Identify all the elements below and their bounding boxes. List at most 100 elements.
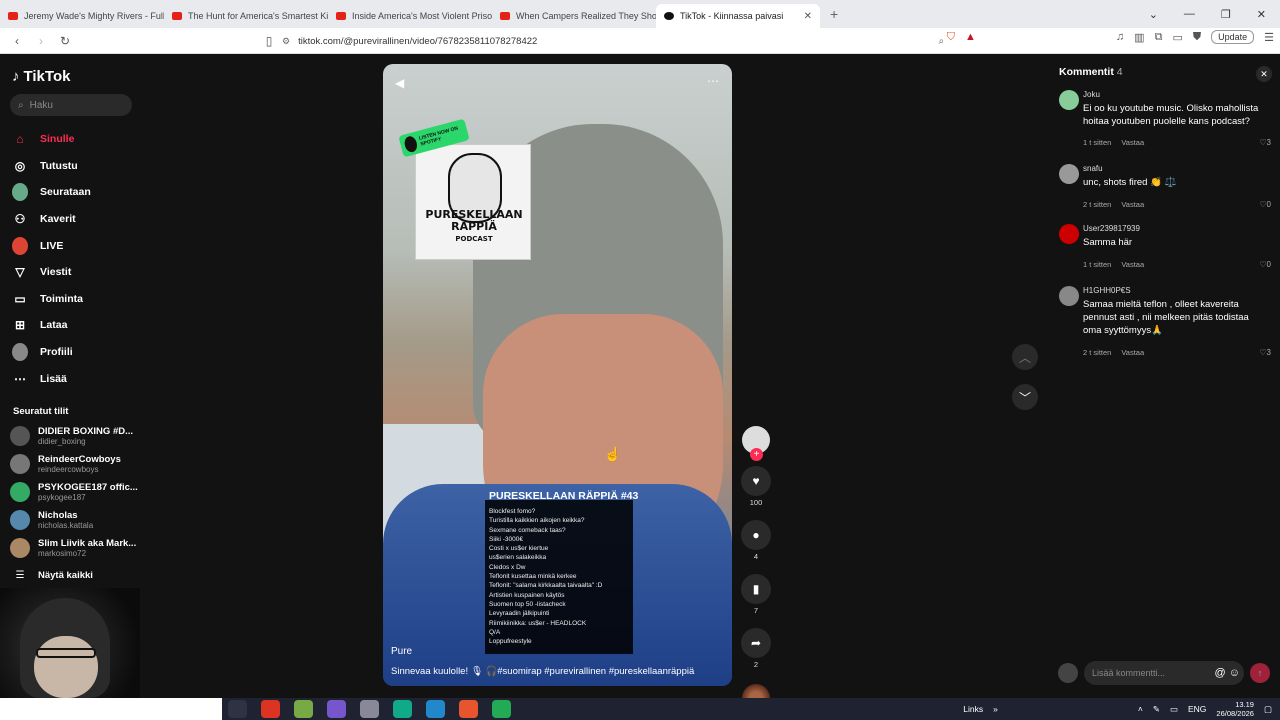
- reply-link[interactable]: Vastaa: [1121, 348, 1144, 357]
- close-tab-icon[interactable]: ✕: [804, 11, 812, 22]
- comment-user[interactable]: User239817939: [1083, 224, 1140, 233]
- sidebar-toggle-icon[interactable]: ▥: [1134, 31, 1144, 44]
- brave-icon[interactable]: [459, 700, 478, 718]
- browser-tab[interactable]: The Hunt for America's Smartest Kille: [164, 4, 328, 28]
- send-icon[interactable]: ↑: [1250, 663, 1270, 683]
- comment-input[interactable]: Lisää kommentti... @ ☺: [1084, 661, 1244, 685]
- sidebar-item-lisaa[interactable]: ⋯ Lisää: [12, 365, 91, 392]
- links-toolbar[interactable]: Links: [963, 704, 983, 714]
- reload-icon[interactable]: ↻: [58, 34, 72, 48]
- sidebar-item-seurataan[interactable]: Seurataan: [12, 179, 91, 206]
- avatar[interactable]: [1059, 286, 1079, 306]
- sidebar-item-live[interactable]: LIVE: [12, 232, 91, 259]
- comment-user[interactable]: snafu: [1083, 164, 1103, 173]
- close-window-icon[interactable]: ✕: [1257, 8, 1266, 21]
- video-player[interactable]: ◀ ⋯ LISTEN NOW ON SPOTIFY PURESKELLAAN RÄ…: [383, 64, 732, 686]
- reply-link[interactable]: Vastaa: [1121, 260, 1144, 269]
- app-icon[interactable]: [393, 700, 412, 718]
- tab-list-icon[interactable]: ⌄: [1149, 8, 1158, 21]
- avatar[interactable]: [1059, 164, 1079, 184]
- brave-rewards-icon[interactable]: ▲: [965, 31, 976, 43]
- maximize-icon[interactable]: ❐: [1221, 8, 1231, 21]
- browser-tab[interactable]: When Campers Realized They Should: [492, 4, 656, 28]
- obs-icon[interactable]: [327, 700, 346, 718]
- video-author[interactable]: Pure: [391, 646, 412, 657]
- notifications-icon[interactable]: ▢: [1264, 704, 1272, 715]
- reply-link[interactable]: Vastaa: [1121, 200, 1144, 209]
- minimize-icon[interactable]: —: [1184, 8, 1195, 20]
- zoom-icon[interactable]: ⌕: [939, 36, 944, 47]
- avatar[interactable]: [1059, 90, 1079, 110]
- back-icon[interactable]: ‹: [10, 34, 24, 48]
- chevron-down-icon[interactable]: ﹀: [1012, 384, 1038, 410]
- followed-account[interactable]: Slim Liivik aka Mark... markosimo72: [10, 538, 136, 558]
- mention-icon[interactable]: @: [1215, 667, 1226, 679]
- sidebar-item-tutustu[interactable]: ◎ Tutustu: [12, 153, 91, 180]
- close-icon[interactable]: ✕: [1256, 66, 1272, 82]
- comment-button[interactable]: ●: [741, 520, 771, 550]
- followed-account[interactable]: ReindeerCowboys reindeercowboys: [10, 454, 121, 474]
- browser-tab-active[interactable]: TikTok - Kiinnassa paivasi ✕: [656, 4, 820, 28]
- extensions-icon[interactable]: ⧉: [1155, 31, 1163, 44]
- network-icon[interactable]: ▭: [1170, 704, 1178, 715]
- sidebar-item-viestit[interactable]: ▽ Viestit: [12, 259, 91, 286]
- reply-link[interactable]: Vastaa: [1121, 138, 1144, 147]
- pen-icon[interactable]: ✎: [1153, 704, 1160, 715]
- follow-plus-icon[interactable]: +: [750, 448, 763, 461]
- chevron-right-icon[interactable]: »: [993, 704, 998, 714]
- app-icon[interactable]: [294, 700, 313, 718]
- sidebar-item-lataa[interactable]: ⊞ Lataa: [12, 312, 91, 339]
- avatar[interactable]: [1059, 224, 1079, 244]
- language-indicator[interactable]: ENG: [1188, 704, 1206, 714]
- task-view-icon[interactable]: [228, 700, 247, 718]
- youtube-favicon-icon: [8, 12, 18, 20]
- forward-icon[interactable]: ›: [34, 34, 48, 48]
- tiktok-logo[interactable]: ♪ TikTok: [12, 68, 70, 85]
- like-button[interactable]: ♥: [741, 466, 771, 496]
- comment-user[interactable]: Joku: [1083, 90, 1100, 99]
- vpn-icon[interactable]: ⛊: [1193, 31, 1201, 44]
- brave-shield-icon[interactable]: ⛉: [947, 31, 955, 44]
- followed-account[interactable]: PSYKOGEE187 offic... psykogee187: [10, 482, 138, 502]
- update-button[interactable]: Update: [1211, 30, 1255, 44]
- toolbar-right: ⛉ ▲ ♫ ▥ ⧉ ▭ ⛊ Update ☰: [947, 30, 1274, 44]
- author-avatar[interactable]: +: [742, 426, 770, 461]
- comment-icon: ●: [752, 528, 760, 542]
- comment-like[interactable]: ♡3: [1259, 348, 1271, 357]
- opera-icon[interactable]: [261, 700, 280, 718]
- chevron-up-icon[interactable]: ︿: [1012, 344, 1038, 370]
- volume-icon[interactable]: ◀: [395, 76, 404, 90]
- browser-tab[interactable]: Inside America's Most Violent Prison: [328, 4, 492, 28]
- sidebar-item-profiili[interactable]: Profiili: [12, 339, 91, 366]
- browser-tab[interactable]: Jeremy Wade's Mighty Rivers - Full E: [0, 4, 164, 28]
- followed-account[interactable]: DIDIER BOXING #D... didier_boxing: [10, 426, 133, 446]
- menu-icon[interactable]: ☰: [1264, 31, 1274, 44]
- emoji-icon[interactable]: ☺: [1229, 667, 1240, 679]
- comment-user[interactable]: H1GHH0P€S: [1083, 286, 1131, 295]
- comment-like[interactable]: ♡3: [1259, 138, 1271, 147]
- bookmark-icon[interactable]: ▯: [262, 34, 276, 48]
- browser-toolbar: ‹ › ↻ ▯ ⚙ tiktok.com/@purevirallinen/vid…: [0, 28, 1280, 54]
- comment-like[interactable]: ♡0: [1259, 260, 1271, 269]
- media-icon[interactable]: ♫: [1116, 31, 1124, 43]
- comment-like[interactable]: ♡0: [1259, 200, 1271, 209]
- sidebar-item-toiminta[interactable]: ▭ Toiminta: [12, 286, 91, 313]
- sidebar-item-kaverit[interactable]: ⚇ Kaverit: [12, 206, 91, 233]
- heart-icon: ♥: [752, 474, 760, 488]
- new-tab-button[interactable]: +: [830, 6, 838, 22]
- play-app-icon[interactable]: [492, 700, 511, 718]
- search-input[interactable]: ⌕ Haku: [10, 94, 132, 116]
- sidebar-item-sinulle[interactable]: ⌂ Sinulle: [12, 126, 91, 153]
- address-bar[interactable]: ⚙ tiktok.com/@purevirallinen/video/76782…: [276, 31, 952, 51]
- edge-icon[interactable]: [426, 700, 445, 718]
- tray-expand-icon[interactable]: ˄: [1138, 704, 1143, 714]
- app-icon[interactable]: [360, 700, 379, 718]
- followed-account[interactable]: Nicholas nicholas.kattala: [10, 510, 93, 530]
- show-all-button[interactable]: ☰ Näytä kaikki: [10, 570, 93, 581]
- save-button[interactable]: ▮: [741, 574, 771, 604]
- wallet-icon[interactable]: ▭: [1172, 31, 1182, 44]
- more-options-icon[interactable]: ⋯: [707, 74, 720, 88]
- share-button[interactable]: ➦: [741, 628, 771, 658]
- clock[interactable]: 13.19 26/08/2026: [1216, 700, 1254, 718]
- site-info-icon[interactable]: ⚙: [282, 36, 290, 47]
